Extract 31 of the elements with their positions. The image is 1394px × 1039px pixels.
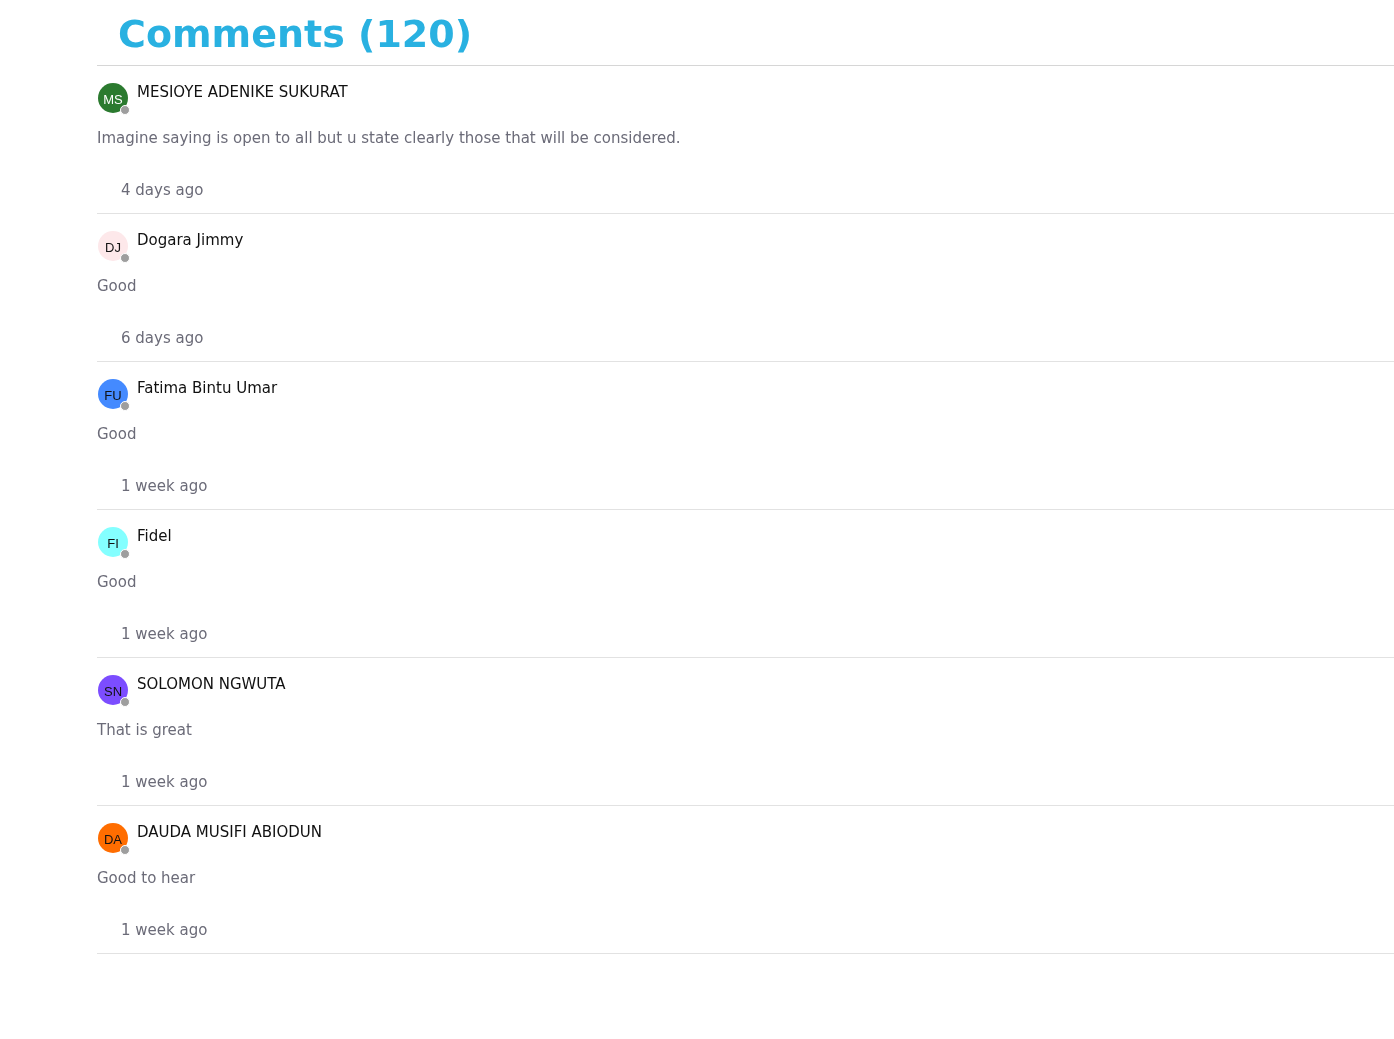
comment-text: Good — [97, 573, 138, 591]
comment-text: Good — [97, 277, 138, 295]
comments-heading: Comments (120) — [97, 0, 1394, 66]
avatar: DA — [98, 823, 128, 853]
avatar: FU — [98, 379, 128, 409]
comment-author: Dogara Jimmy — [137, 230, 244, 250]
comment-author: SOLOMON NGWUTA — [137, 674, 286, 694]
comment-author: Fatima Bintu Umar — [137, 378, 278, 398]
avatar: FI — [98, 527, 128, 557]
status-dot-icon — [120, 845, 130, 855]
avatar: MS — [98, 83, 128, 113]
comment-text: Good — [97, 425, 138, 443]
comment-time: 1 week ago — [121, 921, 209, 939]
comment-time: 6 days ago — [121, 329, 205, 347]
comment-time: 1 week ago — [121, 773, 209, 791]
comment-time: 1 week ago — [121, 477, 209, 495]
status-dot-icon — [120, 253, 130, 263]
comment-author: Fidel — [137, 526, 172, 546]
avatar: DJ — [98, 231, 128, 261]
comment-text: Imagine saying is open to all but u state clearly those that will be considered. — [97, 129, 682, 147]
status-dot-icon — [120, 697, 130, 707]
comment-time: 1 week ago — [121, 625, 209, 643]
comment-text: Good to hear — [97, 869, 197, 887]
comment-text: That is great — [97, 721, 193, 739]
status-dot-icon — [120, 105, 130, 115]
status-dot-icon — [120, 401, 130, 411]
avatar: SN — [98, 675, 128, 705]
comment-author: MESIOYE ADENIKE SUKURAT — [137, 82, 348, 102]
comment-time: 4 days ago — [121, 181, 205, 199]
comment-author: DAUDA MUSIFI ABIODUN — [137, 822, 323, 842]
status-dot-icon — [120, 549, 130, 559]
